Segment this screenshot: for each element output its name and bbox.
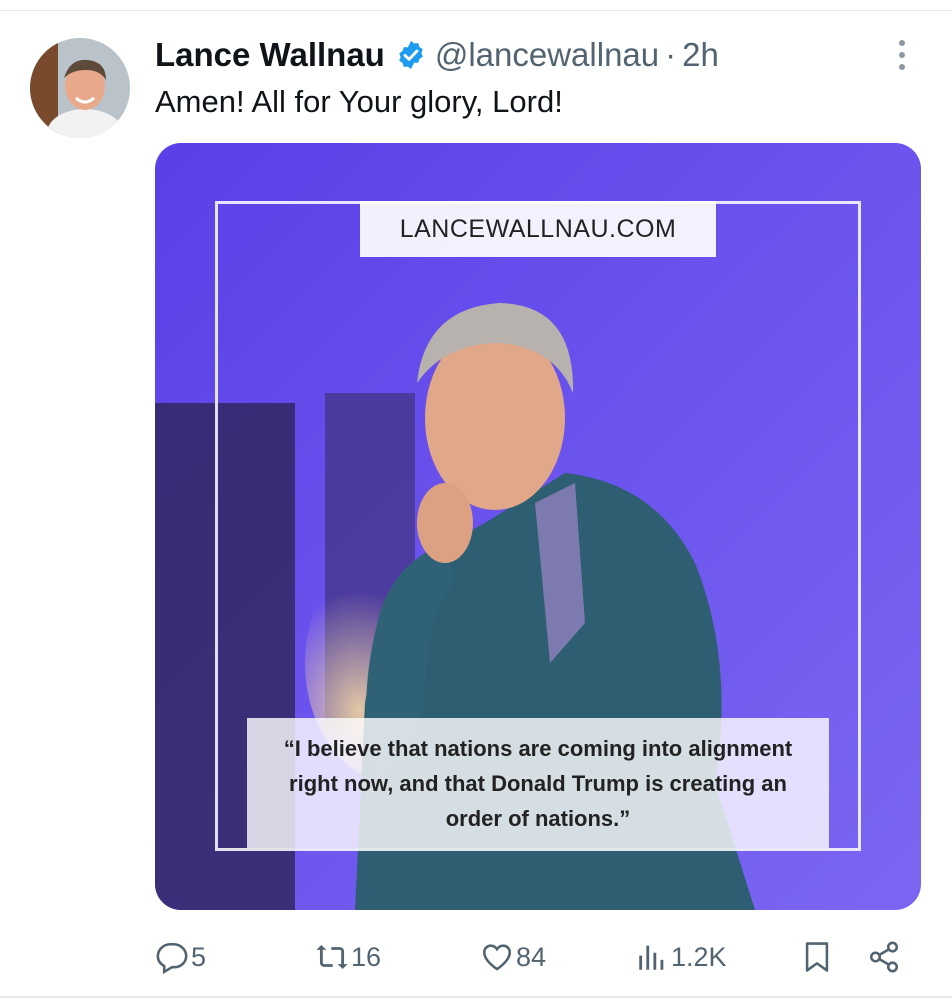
like-count: 84 (516, 941, 547, 972)
author-handle[interactable]: @lancewallnau (435, 36, 659, 74)
tweet-header: Lance Wallnau @lancewallnau · 2h (155, 30, 719, 80)
avatar-photo (30, 38, 130, 138)
more-vertical-icon[interactable] (890, 40, 914, 74)
reply-icon (156, 942, 188, 974)
quote-caption: “I believe that nations are coming into … (247, 718, 829, 848)
repost-icon (316, 944, 348, 970)
like-button[interactable]: 84 (480, 935, 546, 979)
bookmark-icon (805, 942, 829, 972)
reply-count: 5 (191, 941, 207, 972)
views-count: 1.2K (671, 941, 727, 972)
views-icon (639, 945, 664, 970)
verified-badge-icon (399, 41, 423, 69)
tweet-media[interactable]: LANCEWALLNAU.COM “I believe that nations… (155, 143, 921, 910)
author-name[interactable]: Lance Wallnau (155, 36, 385, 74)
tweet-text: Amen! All for Your glory, Lord! (155, 84, 563, 119)
repost-count: 16 (351, 941, 382, 972)
share-icon (869, 941, 899, 973)
share-button[interactable] (867, 935, 901, 979)
separator-dot: · (665, 36, 677, 73)
bottom-divider (0, 996, 952, 998)
reply-button[interactable]: 5 (155, 935, 206, 979)
action-bar: 5 16 84 1.2K (155, 935, 915, 979)
top-divider (0, 10, 952, 11)
heart-icon (482, 944, 512, 971)
avatar[interactable] (30, 38, 130, 138)
views-button[interactable]: 1.2K (635, 935, 727, 979)
bookmark-button[interactable] (800, 935, 834, 979)
repost-button[interactable]: 16 (315, 935, 381, 979)
site-label: LANCEWALLNAU.COM (360, 201, 716, 257)
timestamp[interactable]: 2h (682, 36, 719, 74)
